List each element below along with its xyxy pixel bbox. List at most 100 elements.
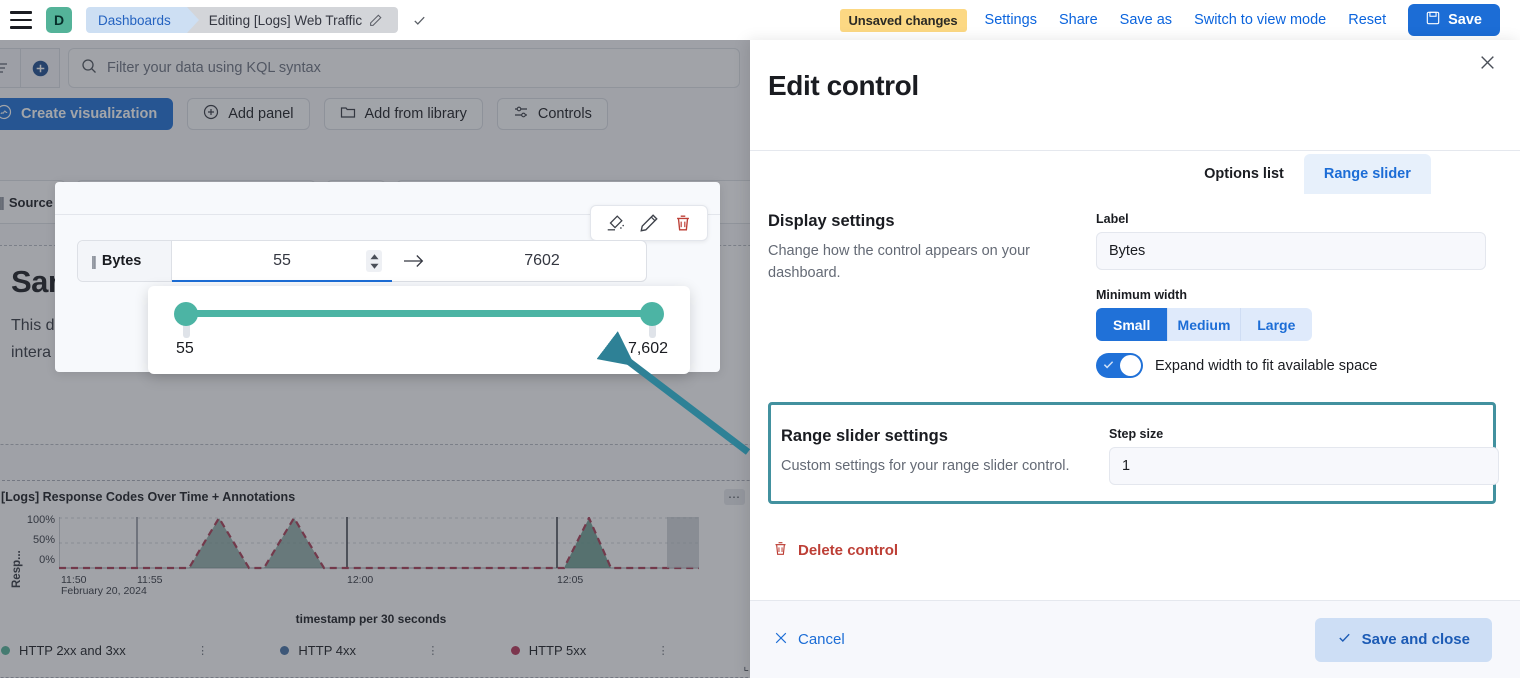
panel-resize-handle[interactable]: ⌞: [743, 659, 749, 673]
add-filter-button[interactable]: [20, 48, 60, 88]
delete-control-button[interactable]: Delete control: [772, 540, 1496, 561]
save-and-close-button[interactable]: Save and close: [1315, 618, 1492, 662]
width-option-small[interactable]: Small: [1096, 308, 1168, 341]
range-min-stepper[interactable]: [366, 250, 382, 272]
legend-label-5xx: HTTP 5xx: [529, 643, 587, 658]
chart-legend: HTTP 2xx and 3xx ⋮ HTTP 4xx ⋮ HTTP 5xx ⋮: [1, 643, 741, 658]
response-codes-panel-title: [Logs] Response Codes Over Time + Annota…: [0, 481, 750, 504]
save-button[interactable]: Save: [1408, 4, 1500, 36]
range-max-input[interactable]: 7602: [438, 252, 646, 270]
legend-label-2xx3xx: HTTP 2xx and 3xx: [19, 643, 126, 658]
display-settings-description: Change how the control appears on your d…: [768, 241, 1078, 285]
range-slider-settings-section: Range slider settings Custom settings fo…: [781, 409, 1483, 489]
check-icon: [1337, 630, 1352, 649]
response-codes-panel: [Logs] Response Codes Over Time + Annota…: [0, 480, 750, 678]
save-as-button[interactable]: Save as: [1120, 12, 1172, 28]
legend-item-2xx3xx[interactable]: HTTP 2xx and 3xx: [1, 643, 126, 658]
minimum-width-group: Minimum width Small Medium Large: [1096, 288, 1496, 378]
minimum-width-buttongroup: Small Medium Large: [1096, 308, 1312, 341]
edit-control-pencil-icon[interactable]: [639, 213, 659, 233]
delete-control-label: Delete control: [798, 542, 898, 559]
legend-menu-icon-1[interactable]: ⋮: [126, 644, 281, 657]
filter-icon[interactable]: [0, 48, 20, 88]
breadcrumb: Dashboards Editing [Logs] Web Traffic: [86, 7, 427, 33]
trash-icon: [772, 540, 789, 561]
range-slider-label: Bytes: [102, 253, 142, 269]
range-slider-thumb-min[interactable]: [174, 302, 198, 326]
check-icon[interactable]: [412, 13, 427, 28]
flyout-body: Display settings Change how the control …: [750, 194, 1520, 600]
legend-item-4xx[interactable]: HTTP 4xx: [280, 643, 356, 658]
reset-button[interactable]: Reset: [1348, 12, 1386, 28]
range-min-input[interactable]: 55: [172, 241, 392, 281]
step-size-field[interactable]: [1109, 447, 1499, 485]
space-avatar[interactable]: D: [46, 7, 72, 33]
drag-handle-icon[interactable]: ||: [91, 253, 95, 269]
drag-handle-icon[interactable]: ||: [0, 194, 3, 210]
controls-button[interactable]: Controls: [497, 98, 608, 130]
display-settings-title: Display settings: [768, 212, 1078, 231]
close-icon: [774, 631, 788, 649]
range-slider-min-label: 55: [176, 340, 194, 358]
cancel-button[interactable]: Cancel: [774, 631, 845, 649]
search-placeholder: Filter your data using KQL syntax: [107, 60, 321, 76]
expand-width-toggle[interactable]: [1096, 353, 1143, 378]
save-button-label: Save: [1448, 12, 1482, 28]
search-input[interactable]: Filter your data using KQL syntax: [68, 48, 740, 88]
cancel-label: Cancel: [798, 631, 845, 648]
settings-button[interactable]: Settings: [985, 12, 1037, 28]
expand-width-row: Expand width to fit available space: [1096, 353, 1496, 378]
delete-control-trash-icon[interactable]: [673, 213, 693, 233]
add-from-library-button[interactable]: Add from library: [324, 98, 483, 130]
flyout-tabs: Options list Range slider: [750, 151, 1520, 194]
menu-icon[interactable]: [10, 11, 32, 29]
pencil-icon[interactable]: [369, 14, 382, 27]
range-slider-label-prepend[interactable]: || Bytes: [78, 241, 172, 281]
range-slider-max-label: 7,602: [628, 340, 668, 358]
panel-context-menu-icon[interactable]: ⋯: [724, 489, 745, 505]
create-visualization-button[interactable]: Create visualization: [0, 98, 173, 130]
add-panel-button[interactable]: Add panel: [187, 98, 309, 130]
search-icon: [81, 58, 97, 78]
legend-dot-4xx: [280, 646, 289, 655]
header-actions: Unsaved changes Settings Share Save as S…: [840, 4, 1520, 36]
width-option-medium[interactable]: Medium: [1168, 308, 1240, 341]
tab-options-list[interactable]: Options list: [1184, 154, 1304, 194]
legend-dot-5xx: [511, 646, 520, 655]
unsaved-changes-badge: Unsaved changes: [840, 9, 967, 32]
minimum-width-label: Minimum width: [1096, 288, 1496, 302]
close-icon[interactable]: [1479, 54, 1496, 76]
label-field[interactable]: [1096, 232, 1486, 270]
tab-range-slider[interactable]: Range slider: [1304, 154, 1431, 194]
create-visualization-label: Create visualization: [21, 106, 157, 122]
clear-selection-icon[interactable]: [605, 213, 625, 233]
flyout-footer: Cancel Save and close: [750, 600, 1520, 678]
share-button[interactable]: Share: [1059, 12, 1098, 28]
range-slider-popover: 55 7,602: [148, 286, 690, 374]
label-field-label: Label: [1096, 212, 1496, 226]
switch-to-view-mode-button[interactable]: Switch to view mode: [1194, 12, 1326, 28]
y-tick-50: 50%: [15, 534, 55, 546]
controls-label: Controls: [538, 106, 592, 122]
range-arrow-icon: [392, 254, 438, 268]
chart-x-axis-label: timestamp per 30 seconds: [0, 612, 750, 626]
display-settings-section: Display settings Change how the control …: [768, 194, 1496, 382]
add-from-library-label: Add from library: [365, 106, 467, 122]
edit-control-flyout: Edit control Options list Range slider D…: [750, 40, 1520, 678]
legend-menu-icon-2[interactable]: ⋮: [356, 644, 511, 657]
flyout-header: Edit control: [750, 40, 1520, 150]
dashboard-toolbar: Create visualization Add panel Add from …: [0, 98, 608, 130]
query-bar-row: Filter your data using KQL syntax: [0, 48, 740, 88]
range-slider-thumb-max[interactable]: [640, 302, 664, 326]
folder-icon: [340, 104, 356, 124]
range-max-value: 7602: [524, 252, 560, 270]
range-slider-track[interactable]: [184, 310, 654, 317]
breadcrumb-current[interactable]: Editing [Logs] Web Traffic: [187, 7, 398, 33]
range-slider-control[interactable]: || Bytes 55 7602: [77, 240, 647, 282]
width-option-large[interactable]: Large: [1241, 308, 1312, 341]
legend-item-5xx[interactable]: HTTP 5xx: [511, 643, 587, 658]
breadcrumb-dashboards[interactable]: Dashboards: [86, 7, 187, 33]
range-slider-settings-highlight: Range slider settings Custom settings fo…: [768, 402, 1496, 504]
legend-menu-icon-3[interactable]: ⋮: [586, 644, 741, 657]
top-header-bar: D Dashboards Editing [Logs] Web Traffic …: [0, 0, 1520, 40]
